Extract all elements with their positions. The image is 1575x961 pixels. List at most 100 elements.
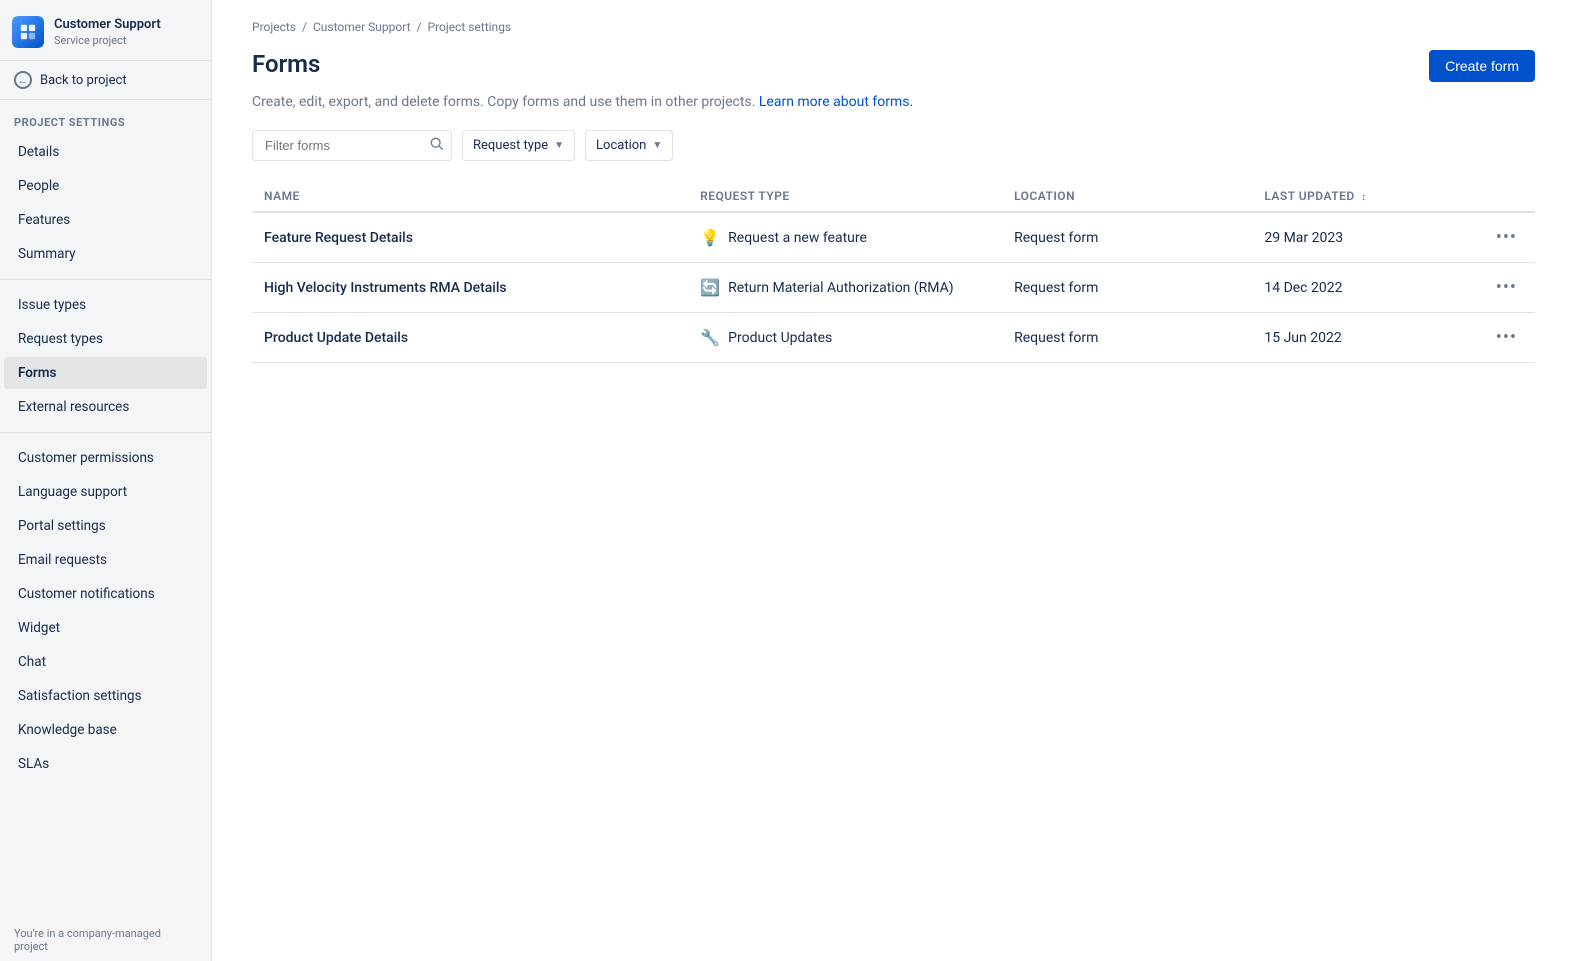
request-type-icon: 🔧 [700, 328, 720, 348]
portal-settings-label: Portal settings [18, 518, 106, 534]
sidebar-item-widget[interactable]: Widget [4, 612, 207, 644]
knowledge-base-label: Knowledge base [18, 722, 117, 738]
col-header-last-updated[interactable]: Last updated ↕ [1252, 181, 1477, 212]
last-updated-cell: 29 Mar 2023 [1252, 212, 1477, 263]
back-to-project[interactable]: ← Back to project [0, 61, 211, 100]
page-description: Create, edit, export, and delete forms. … [252, 94, 1535, 110]
customer-notifications-label: Customer notifications [18, 586, 155, 602]
language-support-label: Language support [18, 484, 127, 500]
sidebar-header: Customer Support Service project [0, 0, 211, 61]
row-actions-button[interactable]: ••• [1490, 275, 1523, 300]
breadcrumb-customer-support[interactable]: Customer Support [313, 20, 411, 34]
form-name-cell[interactable]: Product Update Details [252, 313, 688, 363]
forms-table: Name Request type Location Last updated … [252, 181, 1535, 363]
sidebar-item-customer-permissions[interactable]: Customer permissions [4, 442, 207, 474]
footer-text: You're in a company-managed project [14, 927, 161, 953]
sidebar-item-satisfaction-settings[interactable]: Satisfaction settings [4, 680, 207, 712]
external-resources-label: External resources [18, 399, 129, 415]
widget-label: Widget [18, 620, 60, 636]
request-type-text: Return Material Authorization (RMA) [728, 280, 953, 296]
actions-cell: ••• [1478, 313, 1535, 363]
sidebar-item-forms[interactable]: Forms [4, 357, 207, 389]
actions-cell: ••• [1478, 263, 1535, 313]
sort-icon: ↕ [1361, 192, 1366, 203]
chat-label: Chat [18, 654, 46, 670]
sidebar-item-request-types[interactable]: Request types [4, 323, 207, 355]
sidebar-footer: You're in a company-managed project [0, 919, 211, 961]
project-type: Service project [54, 34, 161, 47]
summary-label: Summary [18, 246, 76, 262]
project-avatar [12, 16, 44, 48]
location-cell: Request form [1002, 263, 1252, 313]
breadcrumb-projects[interactable]: Projects [252, 20, 296, 34]
row-actions-button[interactable]: ••• [1490, 225, 1523, 250]
col-header-actions [1478, 181, 1535, 212]
last-updated-cell: 14 Dec 2022 [1252, 263, 1477, 313]
satisfaction-settings-label: Satisfaction settings [18, 688, 142, 704]
form-name-cell[interactable]: High Velocity Instruments RMA Details [252, 263, 688, 313]
form-name-cell[interactable]: Feature Request Details [252, 212, 688, 263]
location-label: Location [596, 138, 646, 153]
email-requests-label: Email requests [18, 552, 107, 568]
location-cell: Request form [1002, 212, 1252, 263]
sidebar-item-customer-notifications[interactable]: Customer notifications [4, 578, 207, 610]
table-header: Name Request type Location Last updated … [252, 181, 1535, 212]
sidebar-item-knowledge-base[interactable]: Knowledge base [4, 714, 207, 746]
sidebar-item-chat[interactable]: Chat [4, 646, 207, 678]
sidebar-item-people[interactable]: People [4, 170, 207, 202]
location-cell: Request form [1002, 313, 1252, 363]
learn-more-link[interactable]: Learn more about forms. [759, 94, 913, 110]
filter-forms-input[interactable] [252, 130, 452, 161]
sidebar-item-details[interactable]: Details [4, 136, 207, 168]
sidebar-item-features[interactable]: Features [4, 204, 207, 236]
location-chevron-icon: ▼ [652, 140, 662, 151]
request-type-text: Product Updates [728, 330, 832, 346]
project-name: Customer Support [54, 17, 161, 34]
sidebar-item-external-resources[interactable]: External resources [4, 391, 207, 423]
breadcrumb: Projects / Customer Support / Project se… [252, 20, 1535, 34]
request-type-label: Request type [473, 138, 548, 153]
sidebar-item-slas[interactable]: SLAs [4, 748, 207, 780]
table-body: Feature Request Details 💡 Request a new … [252, 212, 1535, 363]
details-label: Details [18, 144, 59, 160]
breadcrumb-sep-2: / [417, 20, 422, 34]
location-dropdown[interactable]: Location ▼ [585, 130, 673, 161]
request-types-label: Request types [18, 331, 103, 347]
request-type-chevron-icon: ▼ [554, 140, 564, 151]
request-type-text: Request a new feature [728, 230, 867, 246]
sidebar-item-portal-settings[interactable]: Portal settings [4, 510, 207, 542]
sidebar: Customer Support Service project ← Back … [0, 0, 212, 961]
sidebar-item-issue-types[interactable]: Issue types [4, 289, 207, 321]
last-updated-cell: 15 Jun 2022 [1252, 313, 1477, 363]
request-type-cell: 🔧 Product Updates [688, 313, 1002, 363]
back-icon: ← [14, 71, 32, 89]
filters-bar: Request type ▼ Location ▼ [252, 130, 1535, 161]
sidebar-item-language-support[interactable]: Language support [4, 476, 207, 508]
request-type-cell: 💡 Request a new feature [688, 212, 1002, 263]
create-form-button[interactable]: Create form [1429, 50, 1535, 82]
sidebar-item-email-requests[interactable]: Email requests [4, 544, 207, 576]
col-header-name: Name [252, 181, 688, 212]
divider-2 [0, 432, 211, 433]
request-type-icon: 💡 [700, 228, 720, 248]
table-row: High Velocity Instruments RMA Details 🔄 … [252, 263, 1535, 313]
features-label: Features [18, 212, 70, 228]
breadcrumb-sep-1: / [302, 20, 307, 34]
issue-types-label: Issue types [18, 297, 86, 313]
row-actions-button[interactable]: ••• [1490, 325, 1523, 350]
sidebar-item-summary[interactable]: Summary [4, 238, 207, 270]
page-title: Forms [252, 50, 320, 78]
slas-label: SLAs [18, 756, 49, 772]
page-header: Forms Create form [252, 50, 1535, 82]
request-type-cell: 🔄 Return Material Authorization (RMA) [688, 263, 1002, 313]
breadcrumb-current: Project settings [427, 20, 511, 34]
table-row: Product Update Details 🔧 Product Updates… [252, 313, 1535, 363]
divider-1 [0, 279, 211, 280]
request-type-dropdown[interactable]: Request type ▼ [462, 130, 575, 161]
customer-permissions-label: Customer permissions [18, 450, 154, 466]
col-header-request-type: Request type [688, 181, 1002, 212]
search-icon[interactable] [430, 137, 444, 155]
actions-cell: ••• [1478, 212, 1535, 263]
main-content: Projects / Customer Support / Project se… [212, 0, 1575, 961]
search-filter [252, 130, 452, 161]
